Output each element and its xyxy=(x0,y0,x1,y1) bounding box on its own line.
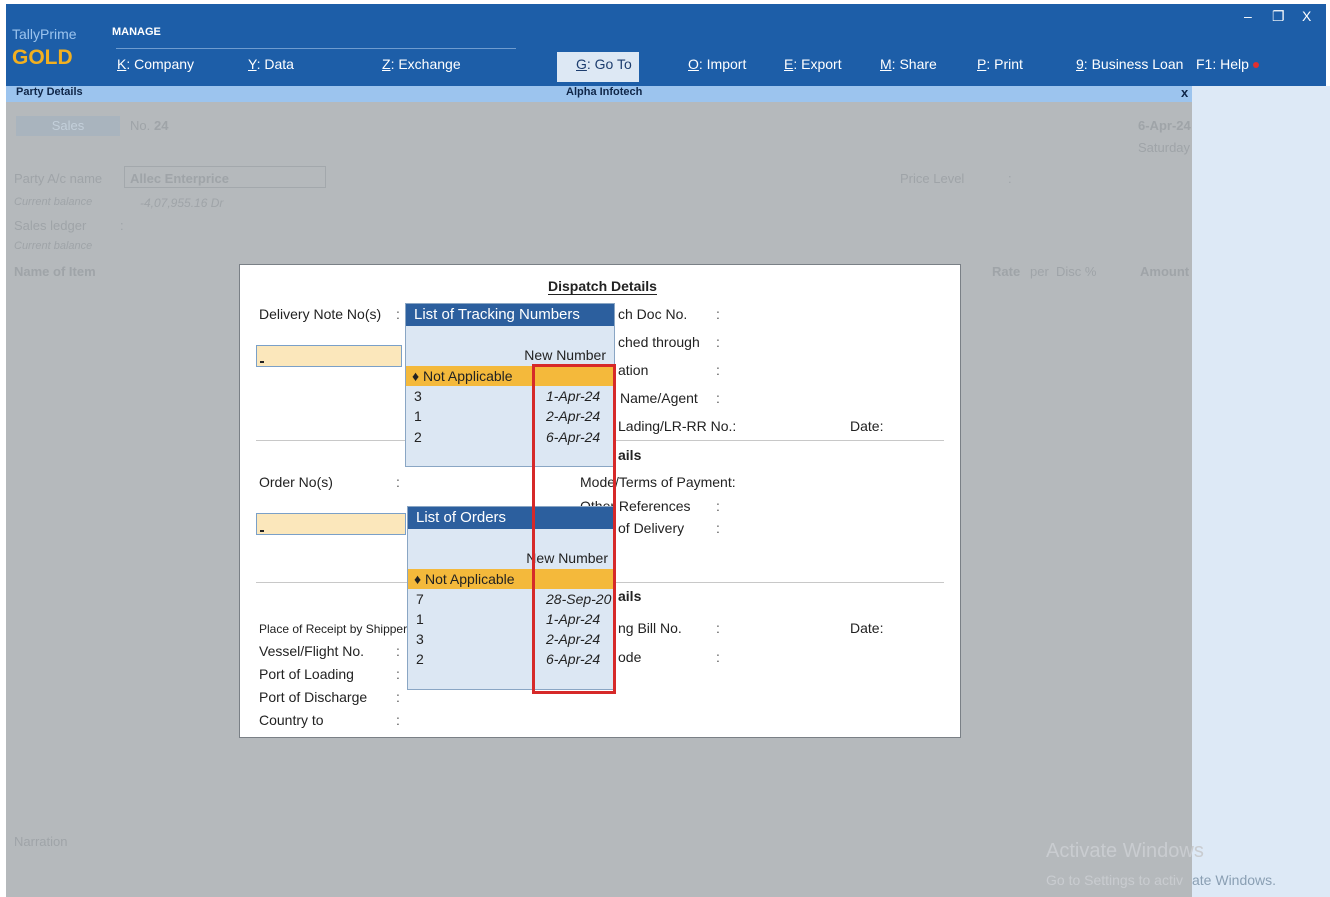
dispatch-doc-label: ch Doc No. xyxy=(618,306,688,322)
shipping-date-label: Date: xyxy=(850,620,884,636)
text-cursor xyxy=(260,361,264,363)
voucher-type-badge: Sales xyxy=(16,116,120,136)
menu-goto[interactable]: G: Go To xyxy=(576,56,632,72)
carrier-colon: : xyxy=(716,390,720,406)
tracking-new-number[interactable]: New Number xyxy=(500,347,606,363)
tracking-row-num[interactable]: 1 xyxy=(414,409,422,423)
manage-label: MANAGE xyxy=(112,26,161,38)
order-row-num[interactable]: 2 xyxy=(416,652,424,666)
restore-icon[interactable]: ❐ xyxy=(1272,8,1285,25)
menu-print[interactable]: P: Print xyxy=(977,56,1023,72)
terms-delivery-colon: : xyxy=(716,520,720,536)
delivery-note-colon: : xyxy=(396,306,400,322)
rate-header: Rate xyxy=(992,264,1021,279)
menu-data[interactable]: Y: Data xyxy=(248,56,294,72)
voucher-day: Saturday xyxy=(1138,140,1191,155)
current-balance2-label: Current balance xyxy=(14,240,93,252)
voucher-date: 6-Apr-24 xyxy=(1138,118,1191,133)
help-indicator-icon xyxy=(1252,62,1259,69)
item-header: Name of Item xyxy=(14,264,96,279)
port-loading-colon: : xyxy=(396,666,400,682)
voucher-no-label: No. xyxy=(130,118,151,133)
order-row-num[interactable]: 1 xyxy=(416,612,424,626)
lading-date-label: Date: xyxy=(850,418,884,434)
text-cursor-2 xyxy=(260,530,264,532)
disc-header: Disc % xyxy=(1056,264,1097,279)
activate-windows-subtitle-tail: ate Windows. xyxy=(1192,872,1277,888)
order-details-heading: ails xyxy=(618,447,642,463)
right-button-panel xyxy=(1192,86,1330,897)
destination-colon: : xyxy=(716,362,720,378)
export-details-heading: ails xyxy=(618,588,642,604)
tracking-row-num[interactable]: 3 xyxy=(414,389,422,403)
minimize-icon[interactable]: – xyxy=(1244,8,1252,24)
port-code-colon: : xyxy=(716,649,720,665)
country-label: Country to xyxy=(259,712,324,728)
party-value: Allec Enterprice xyxy=(130,171,229,186)
sales-ledger-colon: : xyxy=(120,218,124,233)
dialog-title: Dispatch Details xyxy=(548,278,657,295)
menu-divider xyxy=(116,48,516,49)
price-level-label: Price Level xyxy=(900,171,965,186)
tracking-popup-title: List of Tracking Numbers xyxy=(406,304,614,326)
title-menu-bar xyxy=(6,4,1326,86)
dispatched-through-label: ched through xyxy=(618,334,700,350)
order-no-label: Order No(s) xyxy=(259,474,333,490)
sales-ledger-label: Sales ledger xyxy=(14,218,87,233)
strip-party-details: Party Details xyxy=(16,86,83,98)
tracking-row-num[interactable]: 2 xyxy=(414,430,422,444)
vessel-label: Vessel/Flight No. xyxy=(259,643,365,659)
order-no-input[interactable] xyxy=(256,513,406,535)
port-code-label: ode xyxy=(618,649,642,665)
menu-help[interactable]: F1: Help xyxy=(1196,56,1259,72)
dispatch-doc-colon: : xyxy=(716,306,720,322)
terms-delivery-label: of Delivery xyxy=(618,520,685,536)
menu-export[interactable]: E: Export xyxy=(784,56,842,72)
activate-windows-title: Activate Windows xyxy=(1046,840,1204,862)
activate-windows-subtitle: Go to Settings to activ xyxy=(1046,872,1183,888)
dispatched-through-colon: : xyxy=(716,334,720,350)
order-row-num[interactable]: 3 xyxy=(416,632,424,646)
party-label: Party A/c name xyxy=(14,171,103,186)
port-discharge-label: Port of Discharge xyxy=(259,689,368,705)
port-discharge-colon: : xyxy=(396,689,400,705)
port-loading-label: Port of Loading xyxy=(259,666,354,682)
delivery-note-input[interactable] xyxy=(256,345,402,367)
highlight-annotation-box xyxy=(532,364,616,694)
vessel-colon: : xyxy=(396,643,400,659)
strip-company-name: Alpha Infotech xyxy=(566,86,643,98)
voucher-no-value: 24 xyxy=(154,118,169,133)
order-no-colon: : xyxy=(396,474,400,490)
current-balance-value: -4,07,955.16 Dr xyxy=(140,196,224,210)
menu-company[interactable]: K: Company xyxy=(117,56,194,72)
menu-exchange[interactable]: Z: Exchange xyxy=(382,56,461,72)
per-header: per xyxy=(1030,264,1049,279)
menu-business-loan[interactable]: 9: Business Loan xyxy=(1076,56,1183,72)
place-receipt-label: Place of Receipt by Shipper: xyxy=(259,622,411,636)
brand-edition: GOLD xyxy=(12,46,73,69)
shipping-bill-label: ng Bill No. xyxy=(618,620,682,636)
delivery-note-label: Delivery Note No(s) xyxy=(259,306,382,322)
bill-of-lading-label: Lading/LR-RR No.: xyxy=(618,418,737,434)
close-icon[interactable]: x xyxy=(1181,85,1188,100)
country-colon: : xyxy=(396,712,400,728)
shipping-bill-colon: : xyxy=(716,620,720,636)
carrier-label: Name/Agent xyxy=(620,390,698,406)
amount-header: Amount xyxy=(1140,264,1190,279)
destination-label: ation xyxy=(618,362,649,378)
current-balance-label: Current balance xyxy=(14,196,93,208)
narration-label: Narration xyxy=(14,834,68,849)
menu-share[interactable]: M: Share xyxy=(880,56,937,72)
brand-name: TallyPrime xyxy=(12,26,77,42)
close-window-icon[interactable]: X xyxy=(1302,8,1311,24)
order-row-num[interactable]: 7 xyxy=(416,592,424,606)
price-level-colon: : xyxy=(1008,171,1012,186)
other-references-colon: : xyxy=(716,498,720,514)
menu-import[interactable]: O: Import xyxy=(688,56,746,72)
